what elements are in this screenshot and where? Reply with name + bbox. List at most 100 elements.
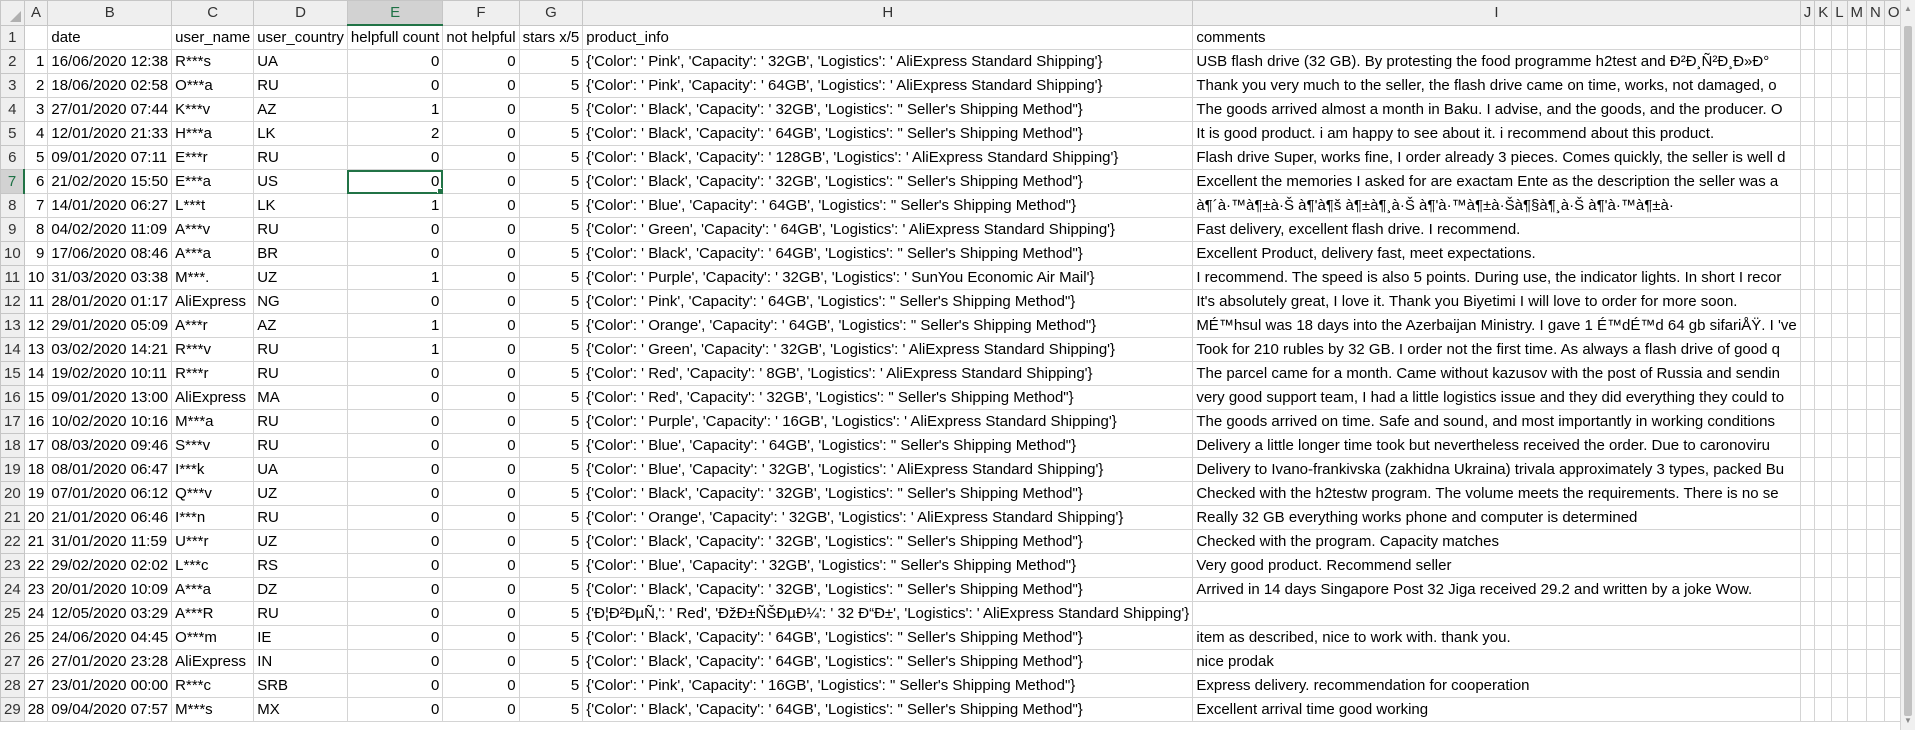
cell-e[interactable]: 1: [346, 313, 444, 338]
cell-c[interactable]: L***c: [171, 553, 255, 578]
cell-g[interactable]: 5: [518, 529, 584, 554]
cell-f[interactable]: 0: [442, 601, 520, 626]
cell-e[interactable]: 0: [346, 241, 444, 266]
cell-c[interactable]: A***R: [171, 601, 255, 626]
cell-b[interactable]: 03/02/2020 14:21: [47, 337, 173, 362]
cell-k[interactable]: [1814, 169, 1833, 194]
cell-a[interactable]: 8: [23, 217, 49, 242]
cell-c[interactable]: R***s: [171, 49, 255, 74]
cell-a[interactable]: 20: [23, 505, 49, 530]
cell-i[interactable]: USB flash drive (32 GB). By protesting t…: [1192, 49, 1801, 74]
cell-h[interactable]: {'Color': ' Pink', 'Capacity': ' 32GB', …: [582, 49, 1194, 74]
cell-d[interactable]: IN: [253, 649, 348, 674]
cell-b[interactable]: 08/01/2020 06:47: [47, 457, 173, 482]
row-header[interactable]: 9: [0, 217, 25, 242]
cell-b[interactable]: 09/01/2020 07:11: [47, 145, 173, 170]
cell-d[interactable]: BR: [253, 241, 348, 266]
cell-c[interactable]: M***a: [171, 409, 255, 434]
cell-k[interactable]: [1814, 97, 1833, 122]
cell-g[interactable]: 5: [518, 361, 584, 386]
cell-c[interactable]: E***a: [171, 169, 255, 194]
cell-g[interactable]: 5: [518, 145, 584, 170]
cell-h[interactable]: {'Color': ' Red', 'Capacity': ' 8GB', 'L…: [582, 361, 1194, 386]
cell-k[interactable]: [1814, 481, 1833, 506]
cell-h[interactable]: {'Color': ' Orange', 'Capacity': ' 32GB'…: [582, 505, 1194, 530]
cell-c[interactable]: M***.: [171, 265, 255, 290]
cell-d[interactable]: RU: [253, 409, 348, 434]
cell-m[interactable]: [1846, 481, 1868, 506]
cell-m[interactable]: [1846, 121, 1868, 146]
cell-b[interactable]: 08/03/2020 09:46: [47, 433, 173, 458]
cell-f[interactable]: 0: [442, 481, 520, 506]
cell-j[interactable]: [1799, 433, 1816, 458]
cell-g[interactable]: 5: [518, 505, 584, 530]
cell-j[interactable]: [1799, 217, 1816, 242]
cell-k[interactable]: [1814, 313, 1833, 338]
cell-c[interactable]: AliExpress: [171, 649, 255, 674]
cell-a[interactable]: 26: [23, 649, 49, 674]
cell-e[interactable]: 0: [346, 73, 444, 98]
cell-m[interactable]: [1846, 217, 1868, 242]
cell-o[interactable]: [1883, 217, 1900, 242]
cell-n[interactable]: [1866, 289, 1885, 314]
cell-k[interactable]: [1814, 361, 1833, 386]
cell-l[interactable]: [1831, 241, 1848, 266]
header-cell-g[interactable]: stars x/5: [518, 24, 584, 50]
cell-n[interactable]: [1866, 385, 1885, 410]
cell-g[interactable]: 5: [518, 673, 584, 698]
cell-a[interactable]: 21: [23, 529, 49, 554]
column-header-o[interactable]: O: [1883, 0, 1900, 26]
header-cell-f[interactable]: not helpful: [442, 24, 520, 50]
cell-e[interactable]: 0: [346, 553, 444, 578]
cell-l[interactable]: [1831, 697, 1848, 722]
cell-e[interactable]: 1: [346, 265, 444, 290]
row-header[interactable]: 8: [0, 193, 25, 218]
row-header[interactable]: 15: [0, 361, 25, 386]
cell-j[interactable]: [1799, 49, 1816, 74]
cell-h[interactable]: {'Color': ' Black', 'Capacity': ' 64GB',…: [582, 625, 1194, 650]
cell-n[interactable]: [1866, 481, 1885, 506]
vertical-scrollbar[interactable]: ▲ ▼: [1900, 0, 1915, 730]
cell-g[interactable]: 5: [518, 241, 584, 266]
cell-e[interactable]: 2: [346, 121, 444, 146]
cell-g[interactable]: 5: [518, 697, 584, 722]
cell-b[interactable]: 12/05/2020 03:29: [47, 601, 173, 626]
cell-i[interactable]: Arrived in 14 days Singapore Post 32 Jig…: [1192, 577, 1801, 602]
header-cell-c[interactable]: user_name: [171, 24, 255, 50]
cell-n[interactable]: [1866, 193, 1885, 218]
cell-a[interactable]: 18: [23, 457, 49, 482]
cell-d[interactable]: RU: [253, 361, 348, 386]
cell-n[interactable]: [1866, 265, 1885, 290]
cell-i[interactable]: [1192, 601, 1801, 626]
scroll-down-icon[interactable]: ▼: [1901, 714, 1915, 728]
cell-i[interactable]: Very good product. Recommend seller: [1192, 553, 1801, 578]
cell-n[interactable]: [1866, 337, 1885, 362]
cell-f[interactable]: 0: [442, 361, 520, 386]
cell-m[interactable]: [1846, 457, 1868, 482]
cell-j[interactable]: [1799, 121, 1816, 146]
row-header[interactable]: 4: [0, 97, 25, 122]
cell-o[interactable]: [1883, 49, 1900, 74]
cell-c[interactable]: R***v: [171, 337, 255, 362]
cell-b[interactable]: 04/02/2020 11:09: [47, 217, 173, 242]
cell-b[interactable]: 31/03/2020 03:38: [47, 265, 173, 290]
cell-n[interactable]: [1866, 49, 1885, 74]
cell-a[interactable]: 9: [23, 241, 49, 266]
cell-h[interactable]: {'Color': ' Black', 'Capacity': ' 128GB'…: [582, 145, 1194, 170]
cell-b[interactable]: 20/01/2020 10:09: [47, 577, 173, 602]
cell-b[interactable]: 27/01/2020 07:44: [47, 97, 173, 122]
cell-j[interactable]: [1799, 73, 1816, 98]
cell-d[interactable]: MX: [253, 697, 348, 722]
cell-h[interactable]: {'Color': ' Black', 'Capacity': ' 32GB',…: [582, 529, 1194, 554]
cell-o[interactable]: [1883, 145, 1900, 170]
cell-l[interactable]: [1831, 49, 1848, 74]
cell-l[interactable]: [1831, 193, 1848, 218]
cell-g[interactable]: 5: [518, 601, 584, 626]
cell-j[interactable]: [1799, 601, 1816, 626]
cell-m[interactable]: [1846, 337, 1868, 362]
cell-k[interactable]: [1814, 73, 1833, 98]
cell-e[interactable]: 0: [346, 289, 444, 314]
cell-c[interactable]: I***k: [171, 457, 255, 482]
cell-k[interactable]: [1814, 601, 1833, 626]
cell-c[interactable]: I***n: [171, 505, 255, 530]
